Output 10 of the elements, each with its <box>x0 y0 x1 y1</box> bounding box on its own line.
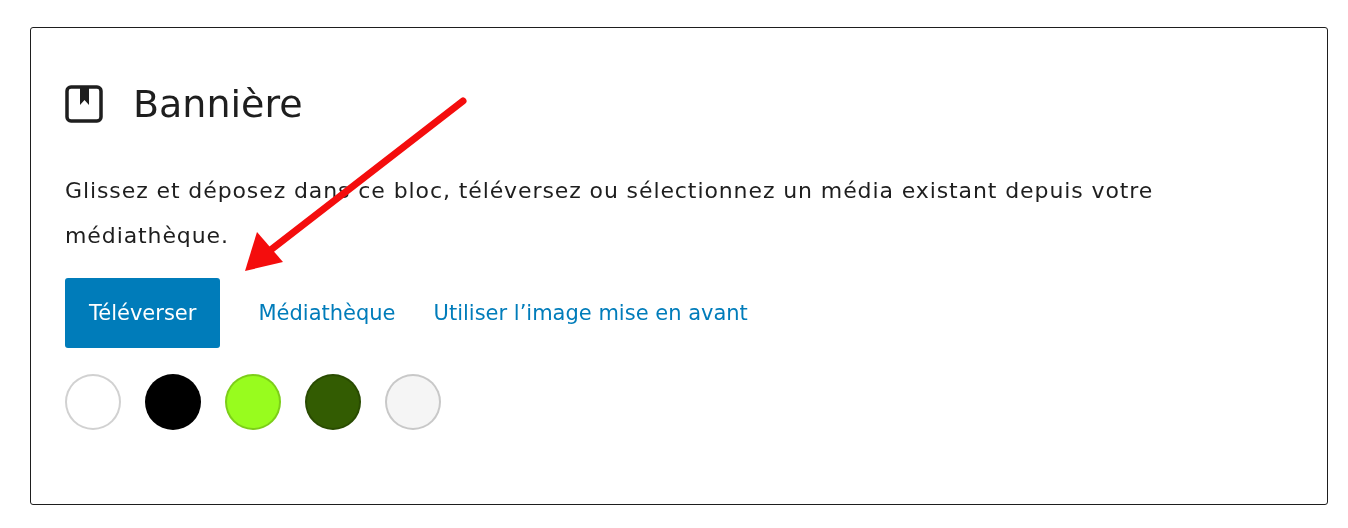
upload-button[interactable]: Téléverser <box>65 278 221 348</box>
color-swatch[interactable] <box>145 374 201 430</box>
block-title: Bannière <box>133 81 303 128</box>
media-link[interactable]: Utiliser l’image mise en avant <box>433 301 748 325</box>
color-swatch[interactable] <box>65 374 121 430</box>
color-swatch[interactable] <box>305 374 361 430</box>
color-swatch[interactable] <box>225 374 281 430</box>
color-swatch[interactable] <box>385 374 441 430</box>
media-link[interactable]: Médiathèque <box>258 301 396 325</box>
bookmark-icon <box>65 85 103 123</box>
